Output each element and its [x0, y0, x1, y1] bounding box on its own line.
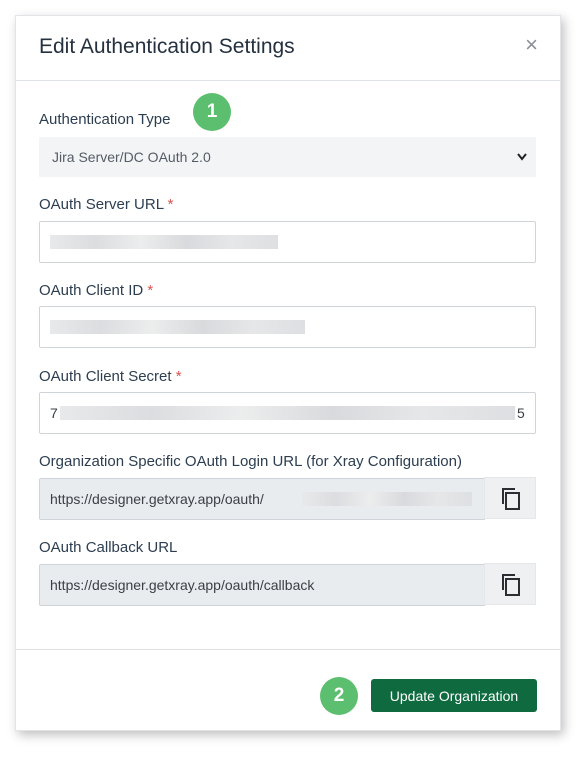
- redacted-value: [50, 235, 278, 249]
- copy-org-login-url-button[interactable]: [484, 477, 536, 519]
- required-marker: *: [167, 196, 174, 213]
- update-organization-button[interactable]: Update Organization: [371, 679, 537, 712]
- callback-url-label: OAuth Callback URL: [39, 539, 178, 556]
- org-login-url-field[interactable]: https://designer.getxray.app/oauth/: [39, 478, 485, 520]
- server-url-input[interactable]: [39, 221, 536, 263]
- redacted-value: [50, 320, 305, 334]
- required-marker: *: [147, 282, 154, 299]
- auth-type-selected-value: Jira Server/DC OAuth 2.0: [52, 149, 211, 165]
- org-login-url-value: https://designer.getxray.app/oauth/: [50, 491, 264, 507]
- copy-callback-url-button[interactable]: [484, 563, 536, 605]
- modal-title: Edit Authentication Settings: [39, 35, 295, 58]
- close-icon[interactable]: ×: [525, 34, 538, 56]
- redacted-value: [302, 492, 472, 506]
- step-badge-1: 1: [193, 93, 231, 131]
- auth-type-select[interactable]: Jira Server/DC OAuth 2.0: [39, 137, 536, 177]
- client-secret-input[interactable]: 7 5: [39, 392, 536, 434]
- auth-type-label: Authentication Type: [39, 111, 171, 128]
- edit-auth-modal: Edit Authentication Settings × Authentic…: [15, 15, 561, 731]
- copy-icon: [502, 488, 520, 510]
- client-id-input[interactable]: [39, 306, 536, 348]
- required-marker: *: [175, 368, 182, 385]
- secret-visible-start: 7: [50, 405, 58, 421]
- client-id-label: OAuth Client ID *: [39, 282, 154, 299]
- redacted-value: [60, 406, 515, 420]
- callback-url-field[interactable]: https://designer.getxray.app/oauth/callb…: [39, 564, 485, 606]
- step-badge-2: 2: [320, 677, 358, 715]
- copy-icon: [502, 574, 520, 596]
- client-secret-label: OAuth Client Secret *: [39, 368, 182, 385]
- server-url-label: OAuth Server URL *: [39, 196, 174, 213]
- chevron-down-icon: [517, 138, 527, 191]
- callback-url-value: https://designer.getxray.app/oauth/callb…: [50, 577, 315, 593]
- modal-header: Edit Authentication Settings ×: [16, 16, 560, 81]
- modal-footer: 2 Update Organization: [16, 649, 560, 732]
- secret-visible-end: 5: [517, 405, 525, 421]
- org-login-url-label: Organization Specific OAuth Login URL (f…: [39, 453, 462, 470]
